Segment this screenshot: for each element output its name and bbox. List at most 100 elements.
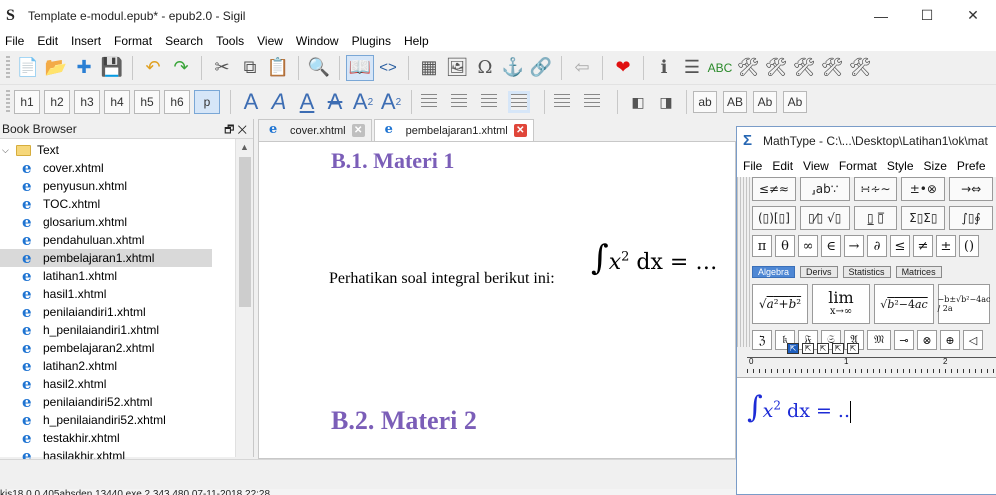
file-penilaiandiri52[interactable]: e penilaiandiri52.xhtml (0, 393, 253, 411)
toolbar-grip[interactable] (6, 90, 10, 114)
spaces-palette-icon[interactable]: ⸥ab∵ (799, 177, 850, 201)
leq-symbol-button[interactable]: ≤ (890, 235, 910, 257)
mathtype-edit-area[interactable]: ∫x2 dx = .. (737, 377, 996, 494)
plusminus-symbol-button[interactable]: ± (936, 235, 956, 257)
menu-search[interactable]: Search (165, 34, 210, 48)
superscript-icon[interactable]: A2 (377, 89, 405, 115)
tab-close-icon[interactable]: ✕ (513, 124, 527, 137)
relations-palette-icon[interactable]: ≤≠≈ (752, 177, 796, 201)
menu-format[interactable]: Format (114, 34, 159, 48)
heading-6-button[interactable]: h6 (164, 90, 190, 114)
file-hasil1[interactable]: e hasil1.xhtml (0, 285, 253, 303)
metadata-icon[interactable]: ℹ (650, 55, 678, 81)
capitalize-button[interactable]: Ab (783, 91, 807, 113)
heading-4-button[interactable]: h4 (104, 90, 130, 114)
paragraph-button[interactable]: p (194, 90, 220, 114)
menu-file[interactable]: File (5, 34, 31, 48)
size-tab-2-icon[interactable]: ⇱ (802, 343, 814, 354)
menu-insert[interactable]: Insert (71, 34, 108, 48)
toc-icon[interactable]: ☰ (678, 55, 706, 81)
paste-icon[interactable]: 📋 (264, 55, 292, 81)
element-of-symbol-button[interactable]: ∈ (821, 235, 841, 257)
redo-icon[interactable]: ↷ (167, 55, 195, 81)
undo-icon[interactable]: ↶ (139, 55, 167, 81)
italic-icon[interactable]: A (265, 89, 293, 115)
mt-menu-format[interactable]: Format (839, 159, 877, 173)
file-latihan1[interactable]: e latihan1.xhtml (0, 267, 253, 285)
justify-icon[interactable] (508, 91, 530, 113)
preview-icon[interactable]: 🔍 (305, 55, 333, 81)
multimap-button[interactable]: ⊸ (894, 330, 914, 350)
bullet-list-icon[interactable] (551, 91, 573, 113)
cut-icon[interactable]: ✂ (208, 55, 236, 81)
fraktur-m-button[interactable]: 𝔐 (867, 330, 891, 350)
file-cover[interactable]: e cover.xhtml (0, 159, 253, 177)
tab-derivs[interactable]: Derivs (800, 266, 838, 278)
save-icon[interactable]: 💾 (98, 55, 126, 81)
insert-image-icon[interactable]: 🖼 (443, 55, 471, 81)
right-arrow-symbol-button[interactable]: → (844, 235, 864, 257)
limit-template[interactable]: lim x→∞ (812, 284, 870, 324)
parens-symbol-button[interactable]: () (959, 235, 979, 257)
size-tab-5-icon[interactable]: ⇱ (847, 343, 859, 354)
arrows-palette-icon[interactable]: →⇔ (949, 177, 994, 201)
tab-pembelajaran1[interactable]: e pembelajaran1.xhtml ✕ (373, 119, 534, 141)
file-glosarium[interactable]: e glosarium.xhtml (0, 213, 253, 231)
minimize-button[interactable]: — (858, 0, 904, 31)
scroll-up-arrow-icon[interactable]: ▲ (240, 142, 249, 152)
theta-symbol-button[interactable]: θ (775, 235, 795, 257)
heading-5-button[interactable]: h5 (134, 90, 160, 114)
uppercase-button[interactable]: AB (723, 91, 747, 113)
subscripts-palette-icon[interactable]: ▯̲ ▯̅ (853, 206, 898, 230)
operators-palette-icon[interactable]: ±•⊗ (901, 177, 946, 201)
plugin4-icon[interactable]: 🛠 (818, 55, 846, 81)
file-toc[interactable]: e TOC.xhtml (0, 195, 253, 213)
back-arrow-icon[interactable]: ⇦ (568, 55, 596, 81)
tab-close-icon[interactable]: ✕ (351, 124, 365, 137)
mathtype-equation[interactable]: ∫x2 dx = .. (747, 390, 851, 425)
open-folder-icon[interactable]: 📂 (42, 55, 70, 81)
pi-symbol-button[interactable]: π (752, 235, 772, 257)
align-right-icon[interactable] (478, 91, 500, 113)
file-penyusun[interactable]: e penyusun.xhtml (0, 177, 253, 195)
mt-menu-edit[interactable]: Edit (772, 159, 793, 173)
new-file-icon[interactable]: 📄 (14, 55, 42, 81)
mt-menu-size[interactable]: Size (924, 159, 947, 173)
subscript-icon[interactable]: A2 (349, 89, 377, 115)
fences-palette-icon[interactable]: (▯)[▯] (752, 206, 796, 230)
heading-1-button[interactable]: h1 (14, 90, 40, 114)
menu-edit[interactable]: Edit (37, 34, 65, 48)
underline-icon[interactable]: A (293, 89, 321, 115)
spellcheck-icon[interactable]: ABC (706, 55, 734, 81)
panel-float-close-icon[interactable]: 🗗 ✕ (224, 121, 247, 140)
decrease-indent-icon[interactable]: ◧ (624, 89, 652, 115)
circle-times-button[interactable]: ⊗ (917, 330, 937, 350)
file-h-penilaiandiri52[interactable]: e h_penilaiandiri52.xhtml (0, 411, 253, 429)
lowercase-button[interactable]: ab (693, 91, 717, 113)
strikethrough-icon[interactable]: A (321, 89, 349, 115)
bold-icon[interactable]: A (237, 89, 265, 115)
file-pembelajaran1[interactable]: e pembelajaran1.xhtml (0, 249, 212, 267)
code-view-icon[interactable]: <> (374, 55, 402, 81)
donate-heart-icon[interactable]: ❤ (609, 55, 637, 81)
partial-symbol-button[interactable]: ∂ (867, 235, 887, 257)
toolbar-grip[interactable] (6, 55, 10, 80)
tab-cover[interactable]: e cover.xhtml ✕ (258, 119, 372, 141)
plugin5-icon[interactable]: 🛠 (846, 55, 874, 81)
fractions-palette-icon[interactable]: ▯⁄▯ √▯ (799, 206, 850, 230)
file-testakhir[interactable]: e testakhir.xhtml (0, 429, 253, 447)
file-pembelajaran2[interactable]: e pembelajaran2.xhtml (0, 339, 253, 357)
discriminant-template[interactable]: √ b²−4ac (874, 284, 934, 324)
insert-special-char-icon[interactable]: Ω (471, 55, 499, 81)
mt-menu-preferences[interactable]: Prefe (957, 159, 986, 173)
link-icon[interactable]: 🔗 (527, 55, 555, 81)
sums-palette-icon[interactable]: Σ▯Σ▯ (901, 206, 946, 230)
mt-menu-style[interactable]: Style (887, 159, 914, 173)
plugin3-icon[interactable]: 🛠 (790, 55, 818, 81)
scrollbar-thumb[interactable] (239, 157, 251, 307)
integral-equation-image[interactable]: ∫x2 dx = … (591, 238, 717, 278)
plugin1-icon[interactable]: 🛠 (734, 55, 762, 81)
menu-tools[interactable]: Tools (216, 34, 251, 48)
copy-icon[interactable]: ⧉ (236, 55, 264, 81)
book-view-editor[interactable]: B.1. Materi 1 Perhatikan soal integral b… (258, 141, 736, 459)
